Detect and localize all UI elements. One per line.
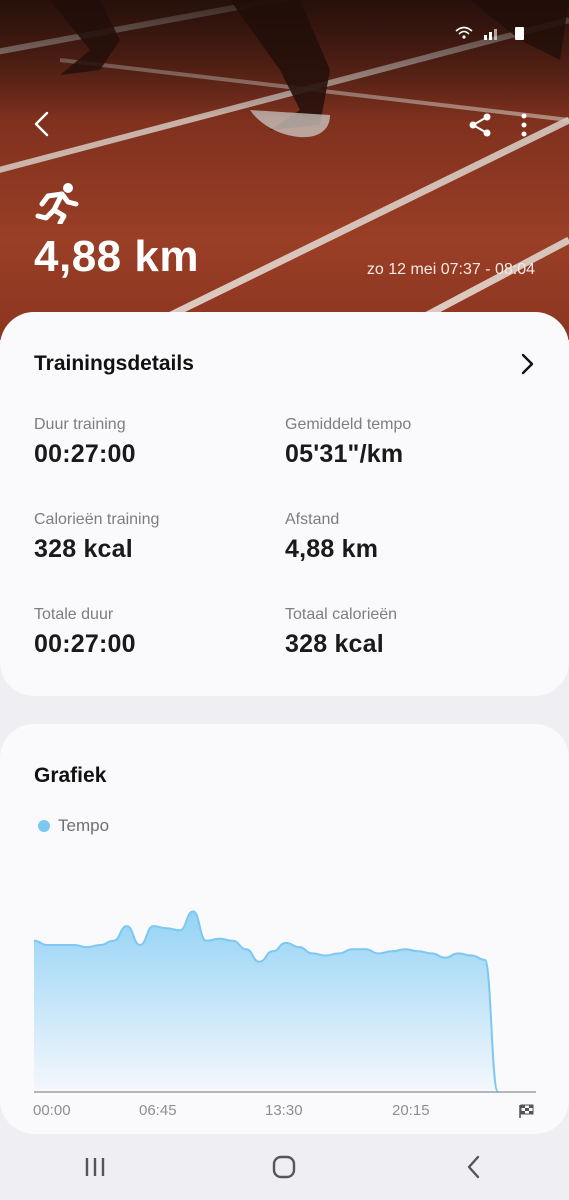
battery-icon (515, 27, 524, 40)
stat-value: 05'31"/km (285, 440, 404, 468)
training-details-card: Trainingsdetails Duur training 00:27:00 … (0, 312, 569, 696)
nav-back-button[interactable] (444, 1142, 504, 1192)
stat-average-pace: Gemiddeld tempo 05'31"/km (285, 416, 525, 469)
stat-value: 4,88 km (285, 535, 379, 563)
home-button[interactable] (254, 1142, 314, 1192)
pace-chart (33, 910, 536, 1093)
checkered-flag-icon (519, 1104, 534, 1118)
workout-header: 4,88 km zo 12 mei 07:37 - 08:04 (0, 0, 569, 340)
back-arrow-icon (34, 111, 49, 137)
stat-label: Totaal calorieën (285, 606, 398, 623)
stat-label: Gemiddeld tempo (285, 416, 412, 433)
status-bar (455, 20, 529, 46)
stat-value: 328 kcal (34, 535, 133, 563)
stat-label: Duur training (34, 416, 126, 433)
training-details-title: Trainingsdetails (34, 352, 194, 375)
running-icon (35, 183, 79, 224)
running-track-photo (0, 0, 569, 340)
stat-value: 00:27:00 (34, 630, 136, 658)
signal-icon (484, 29, 497, 40)
stat-value: 328 kcal (285, 630, 384, 658)
chevron-right-icon[interactable] (515, 352, 539, 376)
x-tick-label: 00:00 (33, 1102, 71, 1119)
x-tick-label: 20:15 (392, 1102, 430, 1119)
back-icon (467, 1155, 480, 1179)
stat-total-calories: Totaal calorieën 328 kcal (285, 606, 525, 659)
share-icon (469, 113, 491, 137)
stat-distance: Afstand 4,88 km (285, 511, 525, 564)
stat-label: Afstand (285, 511, 340, 528)
home-icon (273, 1155, 296, 1179)
workout-date-range: zo 12 mei 07:37 - 08:04 (366, 261, 535, 278)
more-options-button[interactable] (504, 105, 544, 145)
stat-training-duration: Duur training 00:27:00 (34, 416, 274, 469)
more-options-icon (521, 113, 527, 137)
wifi-icon (455, 26, 473, 39)
share-button[interactable] (460, 105, 500, 145)
stat-total-duration: Totale duur 00:27:00 (34, 606, 274, 659)
graph-card: Grafiek Tempo 00:00 06:45 13:30 20:15 (0, 724, 569, 1134)
stat-label: Totale duur (34, 606, 114, 623)
stat-training-calories: Calorieën training 328 kcal (34, 511, 274, 564)
x-tick-label: 13:30 (265, 1102, 303, 1119)
back-button[interactable] (22, 104, 62, 144)
stat-label: Calorieën training (34, 511, 160, 528)
recent-apps-button[interactable] (65, 1142, 125, 1192)
pace-area (34, 911, 498, 1092)
stat-value: 00:27:00 (34, 440, 136, 468)
total-distance: 4,88 km (34, 232, 199, 281)
recent-apps-icon (85, 1158, 105, 1176)
system-navigation-bar (0, 1134, 569, 1200)
x-tick-label: 06:45 (139, 1102, 177, 1119)
